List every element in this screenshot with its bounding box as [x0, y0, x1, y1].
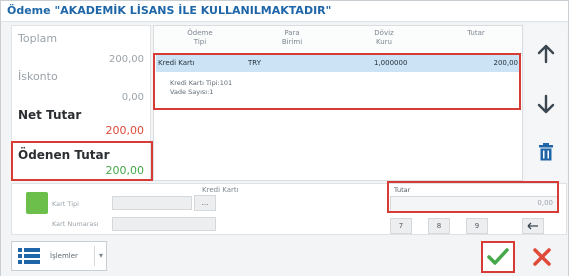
- move-up-button[interactable]: [525, 31, 567, 77]
- kart-tipi-label: Kart Tipi: [52, 200, 79, 208]
- chevron-down-icon: ▾: [94, 246, 107, 266]
- kart-numarasi-label: Kart Numarası: [52, 220, 99, 228]
- credit-card-section-title: Kredi Kartı: [202, 186, 239, 194]
- close-icon: [533, 248, 551, 266]
- trash-icon: [539, 143, 553, 161]
- credit-card-icon: [26, 192, 48, 214]
- row-highlight-box: [153, 53, 521, 110]
- iskonto-label: İskonto: [18, 70, 58, 83]
- toplam-label: Toplam: [18, 32, 58, 45]
- grid-header: Ödeme Tipi Para Birimi Döviz Kuru Tutar: [154, 26, 522, 54]
- title-bar: Ödeme "AKADEMİK LİSANS İLE KULLANILMAKTA…: [1, 1, 568, 22]
- window-title: Ödeme "AKADEMİK LİSANS İLE KULLANILMAKTA…: [7, 4, 332, 17]
- list-icon: [18, 248, 40, 264]
- operations-label: İşlemler: [50, 252, 78, 260]
- operations-menu-button[interactable]: İşlemler ▾: [11, 241, 107, 271]
- bottom-bar: İşlemler ▾: [1, 237, 568, 276]
- payment-window: Ödeme "AKADEMİK LİSANS İLE KULLANILMAKTA…: [0, 0, 569, 276]
- net-tutar-label: Net Tutar: [18, 108, 82, 122]
- move-down-button[interactable]: [525, 81, 567, 127]
- toplam-value: 200,00: [109, 54, 144, 65]
- keypad-9-button[interactable]: 9: [466, 218, 488, 234]
- confirm-button[interactable]: [481, 241, 515, 273]
- tutar-highlight-box: [387, 181, 559, 213]
- kart-tipi-field[interactable]: [112, 196, 192, 210]
- backspace-button[interactable]: [522, 218, 544, 234]
- iskonto-value: 0,00: [121, 92, 144, 103]
- keypad-8-button[interactable]: 8: [428, 218, 450, 234]
- col-odeme-tipi[interactable]: Ödeme Tipi: [154, 26, 246, 52]
- odenen-tutar-highlight: [11, 141, 153, 181]
- col-tutar[interactable]: Tutar: [430, 26, 522, 52]
- arrow-up-icon: [537, 44, 555, 64]
- arrow-down-icon: [537, 94, 555, 114]
- delete-row-button[interactable]: [525, 129, 567, 175]
- net-tutar-value: 200,00: [105, 124, 145, 137]
- checkmark-icon: [487, 248, 509, 265]
- keypad-7-button[interactable]: 7: [390, 218, 412, 234]
- col-para-birimi[interactable]: Para Birimi: [246, 26, 338, 52]
- kart-tipi-lookup-button[interactable]: ...: [194, 195, 216, 211]
- backspace-icon: [527, 222, 538, 230]
- kart-numarasi-field[interactable]: [112, 217, 216, 231]
- row-actions: [525, 25, 567, 181]
- cancel-button[interactable]: [525, 241, 559, 273]
- col-doviz-kuru[interactable]: Döviz Kuru: [338, 26, 430, 52]
